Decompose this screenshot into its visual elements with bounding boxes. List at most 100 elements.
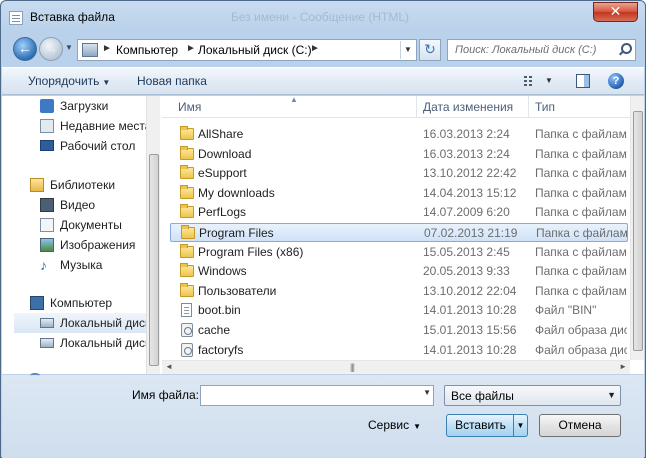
computer-icon — [30, 296, 44, 310]
preview-pane-icon[interactable] — [576, 74, 590, 88]
nav-item-local-disk-d[interactable]: Локальный диск (D:) — [2, 333, 146, 353]
file-name: Download — [198, 146, 252, 161]
file-date: 07.02.2013 21:19 — [424, 226, 518, 240]
nav-item-label: Видео — [60, 198, 96, 212]
file-name: AllShare — [198, 127, 244, 141]
file-row[interactable]: cache 15.01.2013 15:56 Файл образа диска — [170, 321, 628, 340]
nav-item-libraries[interactable]: Библиотеки — [2, 175, 146, 195]
file-date: 15.05.2013 2:45 — [423, 244, 510, 259]
filename-history-dropdown[interactable]: ▼ — [423, 388, 431, 397]
breadcrumb-computer[interactable]: Компьютер — [116, 43, 178, 57]
nav-scrollbar[interactable] — [146, 96, 160, 374]
back-arrow-icon: ← — [18, 40, 32, 56]
recent-pages-dropdown[interactable]: ▼ — [65, 43, 73, 52]
nav-item-computer[interactable]: Компьютер — [2, 293, 146, 313]
nav-item-downloads[interactable]: Загрузки — [2, 96, 146, 116]
file-row[interactable]: eSupport 13.10.2012 22:42 Папка с файлами — [170, 164, 628, 183]
folder-icon — [180, 282, 194, 297]
forward-button[interactable]: → — [39, 37, 63, 61]
folder-icon — [180, 204, 194, 219]
file-name: Пользователи — [198, 283, 277, 298]
file-list-scrollbar-thumb[interactable] — [633, 111, 643, 351]
nav-item-video[interactable]: Видео — [2, 195, 146, 215]
file-row[interactable]: Windows 20.05.2013 9:33 Папка с файлами — [170, 262, 628, 281]
breadcrumb-separator-icon[interactable]: ► — [310, 43, 320, 54]
nav-item-label: Компьютер — [50, 296, 113, 310]
file-date: 16.03.2013 2:24 — [423, 146, 510, 161]
file-date: 14.01.2013 10:28 — [423, 303, 517, 318]
address-bar[interactable]: ► Компьютер ► Локальный диск (C:) ► ▼ — [77, 39, 417, 61]
disk-image-icon — [181, 342, 193, 357]
insert-button[interactable]: Вставить ▼ — [446, 414, 528, 437]
change-view-icon[interactable] — [524, 75, 538, 87]
file-row[interactable]: factoryfs 14.01.2013 10:28 Файл образа дис… — [170, 341, 628, 360]
file-name: Program Files (x86) — [198, 244, 304, 259]
column-header: ▲ Имя Дата изменения Тип — [162, 95, 630, 118]
file-row[interactable]: Пользователи 13.10.2012 22:04 Папка с файл… — [170, 282, 628, 301]
insert-options-dropdown[interactable]: ▼ — [513, 415, 527, 436]
file-type: Папка с файлами — [535, 205, 627, 220]
file-type: Папка с файлами — [535, 127, 627, 141]
libraries-icon — [30, 178, 44, 192]
nav-item-music[interactable]: ♪ Музыка — [2, 255, 146, 275]
column-type[interactable]: Тип — [535, 100, 555, 114]
file-list-scrollbar[interactable] — [630, 96, 644, 360]
file-row[interactable]: boot.bin 14.01.2013 10:28 Файл "BIN" — [170, 301, 628, 320]
file-row[interactable]: Program Files 07.02.2013 21:19 Папка с фай… — [170, 223, 628, 242]
new-folder-button[interactable]: Новая папка — [137, 74, 207, 88]
scroll-right-icon[interactable]: ► — [619, 362, 627, 371]
file-type: Папка с файлами — [535, 185, 627, 200]
file-row[interactable]: Download 16.03.2013 2:24 Папка с файлами — [170, 145, 628, 164]
close-button[interactable]: ✕ — [593, 2, 638, 22]
file-date: 14.07.2009 6:20 — [423, 205, 510, 220]
service-menu[interactable]: Сервис ▼ — [368, 418, 421, 432]
search-icon[interactable] — [617, 43, 632, 57]
background-window-title: Без имени - Сообщение (HTML) — [231, 10, 410, 24]
column-name[interactable]: Имя — [178, 100, 201, 114]
file-date: 16.03.2013 2:24 — [423, 127, 510, 141]
cancel-button[interactable]: Отмена — [539, 414, 621, 437]
nav-scrollbar-thumb[interactable] — [149, 154, 159, 366]
nav-item-label: Изображения — [60, 238, 136, 252]
desktop-icon — [40, 140, 54, 151]
search-input[interactable]: Поиск: Локальный диск (C:) — [447, 39, 636, 61]
nav-item-images[interactable]: Изображения — [2, 235, 146, 255]
service-label: Сервис — [368, 418, 410, 432]
nav-item-recent-places[interactable]: Недавние места — [2, 116, 146, 136]
folder-icon — [180, 145, 194, 160]
help-icon[interactable]: ? — [608, 73, 624, 89]
column-date[interactable]: Дата изменения — [423, 100, 513, 114]
nav-item-documents[interactable]: Документы — [2, 215, 146, 235]
file-type: Файл образа диска — [535, 323, 627, 337]
nav-item-desktop[interactable]: Рабочий стол — [2, 136, 146, 156]
navigation-pane: Загрузки Недавние места Рабочий стол Биб… — [2, 96, 160, 374]
insert-file-dialog: Вставка файла Без имени - Сообщение (HTM… — [0, 0, 646, 458]
scroll-left-icon[interactable]: ◄ — [165, 362, 173, 371]
file-name: My downloads — [198, 185, 275, 200]
nav-item-local-disk-c[interactable]: Локальный диск (C:) — [14, 313, 146, 333]
refresh-button[interactable]: ↻ — [419, 39, 441, 61]
horizontal-scrollbar[interactable]: ◄ ||| ► — [162, 360, 630, 374]
breadcrumb-local-disk[interactable]: Локальный диск (C:) — [198, 43, 312, 57]
back-button[interactable]: ← — [13, 37, 37, 61]
images-icon — [40, 238, 54, 252]
file-row[interactable]: My downloads 14.04.2013 15:12 Папка с файл… — [170, 184, 628, 203]
recent-places-icon — [40, 119, 54, 133]
address-dropdown-button[interactable]: ▼ — [400, 41, 415, 59]
file-date: 13.10.2012 22:42 — [423, 166, 517, 181]
insert-label: Вставить — [455, 418, 506, 432]
dialog-icon — [9, 11, 23, 25]
breadcrumb-separator-icon[interactable]: ► — [102, 43, 112, 54]
file-row[interactable]: Program Files (x86) 15.05.2013 2:45 Папка … — [170, 243, 628, 262]
file-row[interactable]: PerfLogs 14.07.2009 6:20 Папка с файлами — [170, 203, 628, 222]
organize-menu[interactable]: Упорядочить ▼ — [28, 74, 110, 88]
filename-field[interactable]: ▼ — [200, 385, 434, 406]
file-row[interactable]: AllShare 16.03.2013 2:24 Папка с файлами — [170, 125, 628, 144]
column-divider[interactable] — [416, 96, 417, 118]
filetype-select[interactable]: Все файлы ▼ — [444, 385, 621, 406]
column-divider[interactable] — [528, 96, 529, 118]
nav-item-label: Недавние места — [60, 119, 146, 133]
view-options-dropdown[interactable]: ▼ — [545, 76, 553, 85]
disk-image-icon — [181, 323, 193, 337]
breadcrumb-separator-icon[interactable]: ► — [186, 43, 196, 54]
